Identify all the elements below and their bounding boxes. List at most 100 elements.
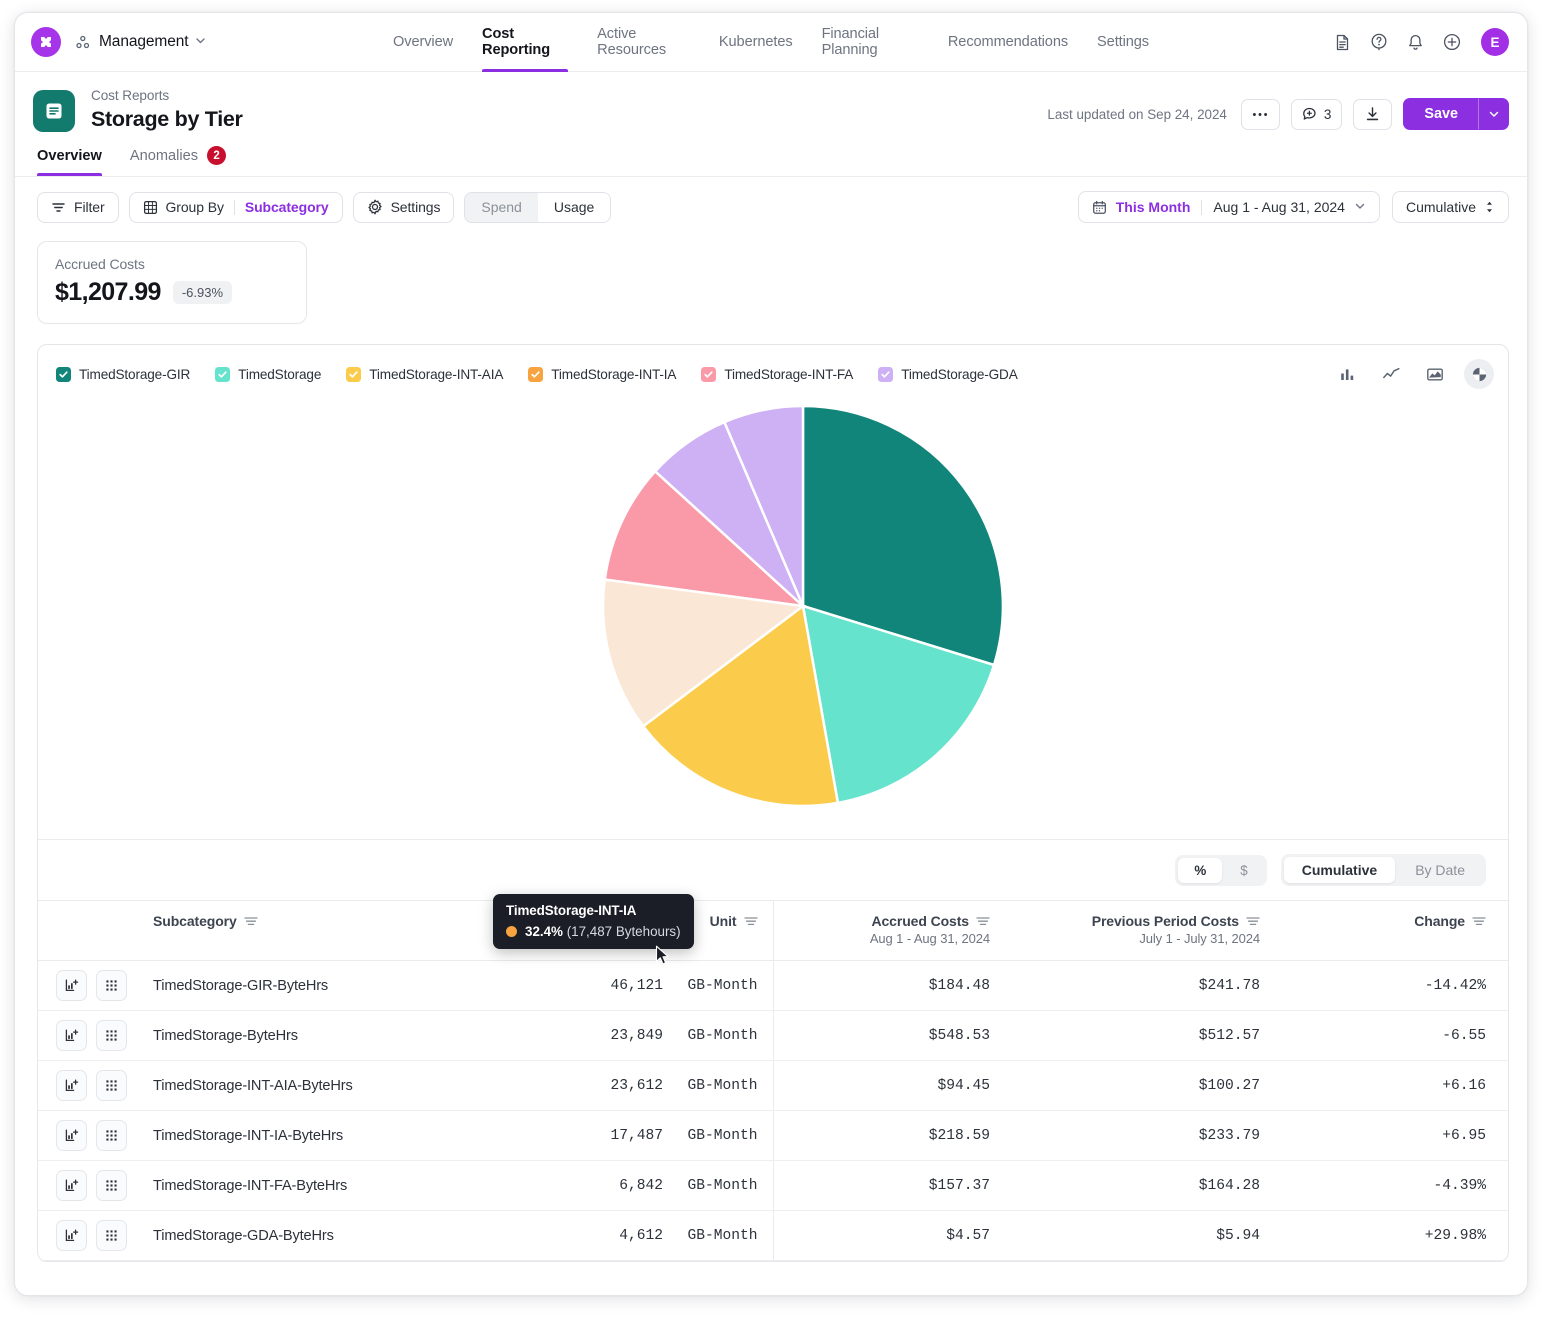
aggregation-select[interactable]: Cumulative <box>1391 191 1509 223</box>
bell-icon[interactable] <box>1406 33 1425 52</box>
tab-overview[interactable]: Overview <box>37 148 102 176</box>
grid-view-icon[interactable] <box>96 1070 127 1101</box>
table-row[interactable]: TimedStorage-GDA-ByteHrs 4,612 GB-Month … <box>38 1210 1508 1261</box>
nav-link-cost-reporting[interactable]: Cost Reporting <box>482 13 569 72</box>
group-by-button[interactable]: Group By Subcategory <box>128 191 343 223</box>
document-icon[interactable] <box>1333 33 1352 52</box>
comment-add-icon <box>1303 107 1316 120</box>
date-range-label: Aug 1 - Aug 31, 2024 <box>1213 199 1345 215</box>
download-button[interactable] <box>1353 98 1393 130</box>
chart-plot-area: TimedStorage-INT-IA 32.4% (17,487 Byteho… <box>38 399 1508 965</box>
date-range-picker[interactable]: This Month Aug 1 - Aug 31, 2024 <box>1077 191 1380 223</box>
nav-link-recommendations[interactable]: Recommendations <box>948 13 1068 72</box>
pie-chart-svg[interactable] <box>603 401 1023 821</box>
sort-icon[interactable] <box>976 916 990 926</box>
checkbox-checked-icon[interactable] <box>56 366 71 382</box>
grid-view-icon[interactable] <box>96 1120 127 1151</box>
filter-button[interactable]: Filter <box>37 191 119 223</box>
grid-view-icon[interactable] <box>96 1020 127 1051</box>
brand-logo[interactable] <box>31 27 61 57</box>
tooltip-percent: 32.4% <box>525 924 563 939</box>
legend-label: TimedStorage-GIR <box>79 366 191 382</box>
tab-anomalies[interactable]: Anomalies 2 <box>129 146 227 176</box>
legend-item-timedstorage[interactable]: TimedStorage <box>215 366 321 382</box>
unit-toggle-dollar[interactable]: $ <box>1224 858 1263 883</box>
col-subcategory[interactable]: Subcategory <box>153 900 498 961</box>
sort-icon[interactable] <box>1472 916 1486 926</box>
pie-chart-icon[interactable] <box>1464 359 1494 389</box>
grid-view-icon[interactable] <box>96 1220 127 1251</box>
metric-mode-spend[interactable]: Spend <box>465 193 537 222</box>
row-actions-cell <box>38 1160 153 1211</box>
plus-circle-icon[interactable] <box>1442 32 1462 52</box>
cell-subcategory: TimedStorage-INT-AIA-ByteHrs <box>153 1060 498 1111</box>
save-button[interactable]: Save <box>1403 98 1479 130</box>
breadcrumb[interactable]: Cost Reports <box>91 88 243 103</box>
sort-icon[interactable] <box>1246 916 1260 926</box>
sort-icon[interactable] <box>743 916 758 926</box>
nav-link-overview[interactable]: Overview <box>393 13 453 72</box>
legend-item-timedstorage-int-fa[interactable]: TimedStorage-INT-FA <box>701 366 853 382</box>
add-to-report-icon[interactable] <box>56 1220 87 1251</box>
checkbox-checked-icon[interactable] <box>878 366 894 382</box>
checkbox-checked-icon[interactable] <box>346 366 362 382</box>
checkbox-checked-icon[interactable] <box>528 366 544 382</box>
cell-accrued-costs: $157.37 <box>772 1160 1008 1211</box>
col-change[interactable]: Change <box>1278 900 1508 961</box>
add-to-report-icon[interactable] <box>56 1120 87 1151</box>
cell-accrued-usage: 6,842 <box>498 1160 663 1211</box>
save-button-group: Save <box>1403 98 1509 130</box>
save-dropdown-button[interactable] <box>1479 98 1509 130</box>
add-to-report-icon[interactable] <box>56 1070 87 1101</box>
grid-view-icon[interactable] <box>96 970 127 1001</box>
nav-link-kubernetes[interactable]: Kubernetes <box>719 13 793 72</box>
bar-chart-icon[interactable] <box>1332 359 1362 389</box>
checkbox-checked-icon[interactable] <box>215 366 231 382</box>
unit-toggle-percent[interactable]: % <box>1178 857 1223 883</box>
comments-button[interactable]: 3 <box>1290 98 1343 130</box>
line-chart-icon[interactable] <box>1376 359 1406 389</box>
nav-link-settings[interactable]: Settings <box>1097 13 1149 72</box>
legend-item-timedstorage-int-aia[interactable]: TimedStorage-INT-AIA <box>346 366 503 382</box>
cost-table: Subcategory Accrued Usage <box>38 900 1508 1261</box>
help-icon[interactable] <box>1369 32 1389 52</box>
chevron-down-icon <box>1354 199 1366 215</box>
legend-item-timedstorage-int-ia[interactable]: TimedStorage-INT-IA <box>528 366 676 382</box>
report-toolbar: Filter Group By Subcategory Settings Spe… <box>15 177 1527 223</box>
col-accrued-costs[interactable]: Accrued Costs Aug 1 - Aug 31, 2024 <box>772 900 1008 961</box>
settings-button[interactable]: Settings <box>352 191 455 223</box>
table-header-row: Subcategory Accrued Usage <box>38 900 1508 961</box>
row-actions-cell <box>38 1110 153 1161</box>
cell-subcategory: TimedStorage-INT-IA-ByteHrs <box>153 1110 498 1161</box>
checkbox-checked-icon[interactable] <box>701 366 717 382</box>
legend-item-timedstorage-gda[interactable]: TimedStorage-GDA <box>878 366 1018 382</box>
add-to-report-icon[interactable] <box>56 1020 87 1051</box>
table-row[interactable]: TimedStorage-ByteHrs 23,849 GB-Month $54… <box>38 1010 1508 1061</box>
org-switcher[interactable]: Management <box>75 33 206 51</box>
cell-change: +6.16 <box>1278 1060 1508 1111</box>
area-chart-icon[interactable] <box>1420 359 1450 389</box>
nav-link-active-resources[interactable]: Active Resources <box>597 13 690 72</box>
col-previous-period-costs[interactable]: Previous Period Costs July 1 - July 31, … <box>1008 900 1278 961</box>
table-row[interactable]: TimedStorage-INT-IA-ByteHrs 17,487 GB-Mo… <box>38 1110 1508 1161</box>
cell-subcategory: TimedStorage-INT-FA-ByteHrs <box>153 1160 498 1211</box>
group-by-label: Group By <box>165 199 224 215</box>
view-toggle-by-date[interactable]: By Date <box>1397 857 1483 883</box>
legend-item-timedstorage-gir[interactable]: TimedStorage-GIR <box>56 366 191 382</box>
tab-anomalies-label: Anomalies <box>129 147 199 164</box>
table-row[interactable]: TimedStorage-INT-AIA-ByteHrs 23,612 GB-M… <box>38 1060 1508 1111</box>
avatar[interactable]: E <box>1481 28 1509 56</box>
table-row[interactable]: TimedStorage-GIR-ByteHrs 46,121 GB-Month… <box>38 960 1508 1011</box>
sort-icon[interactable] <box>244 916 258 926</box>
add-to-report-icon[interactable] <box>56 1170 87 1201</box>
filter-icon <box>52 202 65 212</box>
more-options-button[interactable] <box>1240 98 1280 130</box>
table-row[interactable]: TimedStorage-INT-FA-ByteHrs 6,842 GB-Mon… <box>38 1160 1508 1211</box>
nav-link-financial-planning[interactable]: Financial Planning <box>822 13 919 72</box>
grid-view-icon[interactable] <box>96 1170 127 1201</box>
metric-mode-usage[interactable]: Usage <box>537 192 611 222</box>
add-to-report-icon[interactable] <box>56 970 87 1001</box>
view-toggle-cumulative[interactable]: Cumulative <box>1283 857 1396 883</box>
last-updated-label: Last updated on Sep 24, 2024 <box>1047 106 1227 122</box>
metric-mode-toggle: Spend Usage <box>464 191 612 223</box>
